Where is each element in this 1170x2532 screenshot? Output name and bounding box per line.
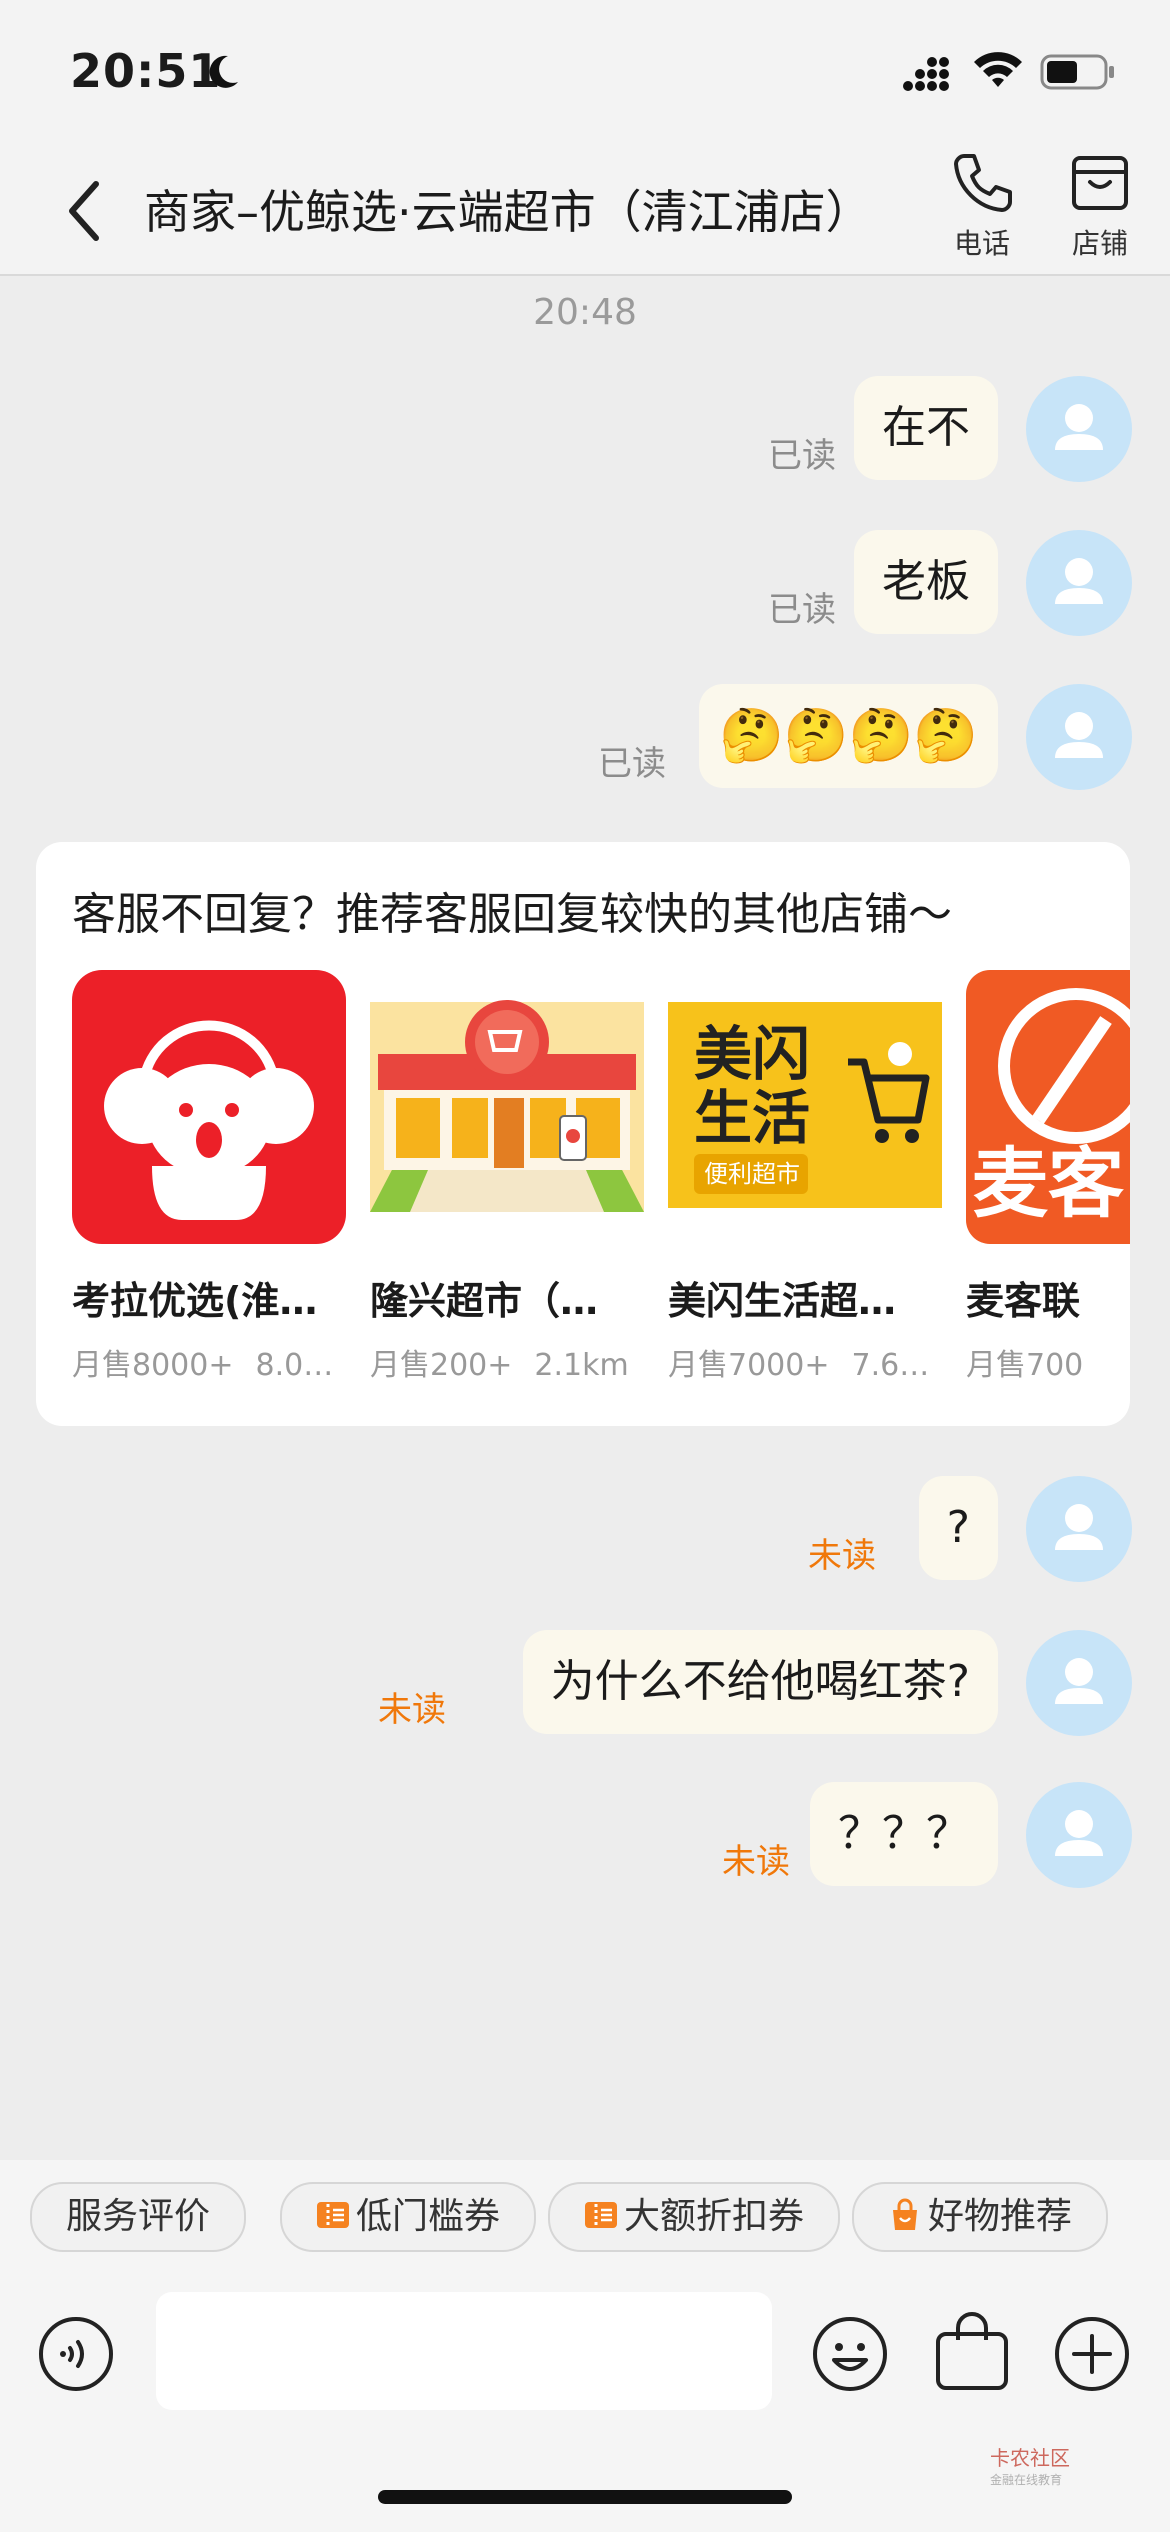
shop-name: 考拉优选(淮… xyxy=(72,1279,318,1323)
battery-icon xyxy=(1040,54,1114,90)
shop-sales: 月售8000+ xyxy=(72,1348,234,1383)
message-row: 未读 为什么不给他喝红茶? xyxy=(0,1630,1170,1740)
call-label: 电话 xyxy=(953,227,1010,260)
shop-meta: 月售200+ 2.1km xyxy=(370,1340,644,1384)
chip-label: 低门槛券 xyxy=(356,2196,501,2237)
unread-status: 未读 xyxy=(378,1690,446,1730)
coupon-icon xyxy=(317,2202,349,2228)
emoji-icon[interactable] xyxy=(812,2316,888,2392)
shop-meta: 月售7000+ 7.6… xyxy=(668,1340,942,1384)
avatar[interactable] xyxy=(1026,1782,1132,1888)
unread-status: 未读 xyxy=(722,1842,790,1882)
user-icon xyxy=(1055,712,1103,758)
voice-icon[interactable] xyxy=(38,2316,114,2392)
message-bubble[interactable]: 在不 xyxy=(854,376,998,480)
shopping-bag-icon xyxy=(893,2198,917,2230)
message-row: 未读 ？？？ xyxy=(0,1782,1170,1892)
message-bubble[interactable]: ？？？ xyxy=(810,1782,998,1886)
user-icon xyxy=(1055,404,1103,450)
message-row: 已读 🤔🤔🤔🤔 xyxy=(0,684,1170,794)
maike-logo: 麦客 xyxy=(966,970,1130,1244)
message-row: 已读 老板 xyxy=(0,530,1170,640)
shop-name: 麦客联 xyxy=(966,1279,1081,1323)
chip-label: 大额折扣券 xyxy=(624,2196,805,2237)
user-icon xyxy=(1055,558,1103,604)
recommended-goods-chip[interactable]: 好物推荐 xyxy=(852,2182,1109,2252)
chat-timestamp: 20:48 xyxy=(533,292,637,333)
wifi-icon xyxy=(974,52,1022,87)
message-bubble[interactable]: ? xyxy=(918,1476,998,1580)
recommendation-card: 客服不回复？推荐客服回复较快的其他店铺～ 考拉优选(淮… 月售8000+ 8.0… xyxy=(36,842,1130,1426)
shopping-bag-icon[interactable] xyxy=(934,2312,1010,2392)
shop-distance: 2.1km xyxy=(534,1348,629,1383)
low-threshold-coupon-chip[interactable]: 低门槛券 xyxy=(280,2182,537,2252)
read-status: 已读 xyxy=(768,590,836,630)
coupon-icon xyxy=(585,2202,617,2228)
avatar[interactable] xyxy=(1026,1476,1132,1582)
message-input[interactable] xyxy=(156,2292,772,2410)
avatar[interactable] xyxy=(1026,684,1132,790)
chip-label: 好物推荐 xyxy=(928,2196,1073,2237)
shop-sales: 月售200+ xyxy=(370,1348,513,1383)
logo-text-line1: 美闪 xyxy=(694,1020,810,1088)
meishan-logo: 美闪 生活 便利超市 xyxy=(668,1002,942,1208)
message-bubble[interactable]: 老板 xyxy=(854,530,998,634)
home-indicator xyxy=(378,2490,792,2504)
message-row: 已读 在不 xyxy=(0,376,1170,486)
shop-sales: 月售7000+ xyxy=(668,1348,830,1383)
unread-status: 未读 xyxy=(808,1536,876,1576)
message-row: 未读 ? xyxy=(0,1476,1170,1586)
store-icon xyxy=(1072,156,1128,210)
plus-icon[interactable] xyxy=(1054,2316,1130,2392)
shop-name: 隆兴超市（… xyxy=(370,1279,599,1323)
read-status: 已读 xyxy=(598,744,666,784)
phone-icon xyxy=(954,154,1012,212)
watermark: 卡农社区 金融在线教育 xyxy=(990,2442,1070,2488)
message-bubble[interactable]: 为什么不给他喝红茶? xyxy=(522,1630,998,1734)
user-icon xyxy=(1055,1810,1103,1856)
shop-name: 美闪生活超… xyxy=(668,1279,897,1323)
status-bar: 20:51 xyxy=(0,0,1170,140)
watermark-text: 卡农社区 xyxy=(990,2446,1070,2470)
shop-distance: 7.6… xyxy=(851,1348,930,1383)
shop-label: 店铺 xyxy=(1071,227,1128,260)
logo-text-line2: 生活 xyxy=(694,1084,810,1152)
avatar[interactable] xyxy=(1026,376,1132,482)
avatar[interactable] xyxy=(1026,530,1132,636)
watermark-subtext: 金融在线教育 xyxy=(990,2473,1063,2487)
avatar[interactable] xyxy=(1026,1630,1132,1736)
chat-title: 商家–优鲸选·云端超市（清江浦店） xyxy=(144,185,872,239)
shop-sales: 月售700 xyxy=(966,1348,1084,1383)
shop-distance: 8.0… xyxy=(255,1348,334,1383)
signal-icon xyxy=(903,57,949,91)
koala-logo xyxy=(72,970,346,1244)
chip-label: 服务评价 xyxy=(66,2196,211,2237)
user-icon xyxy=(1055,1504,1103,1550)
logo-text: 麦客 xyxy=(972,1139,1124,1228)
message-bubble[interactable]: 🤔🤔🤔🤔 xyxy=(699,684,998,788)
quick-actions-bar: 服务评价 低门槛券 大额折扣券 好物推荐 xyxy=(0,2160,1170,2270)
user-icon xyxy=(1055,1658,1103,1704)
shop-button[interactable]: 店铺 xyxy=(1050,150,1150,262)
moon-icon xyxy=(209,55,238,88)
read-status: 已读 xyxy=(768,436,836,476)
store-front-image xyxy=(370,1000,644,1212)
shop-meta: 月售700 xyxy=(966,1340,1130,1384)
discount-coupon-chip[interactable]: 大额折扣券 xyxy=(548,2182,841,2252)
shop-meta: 月售8000+ 8.0… xyxy=(72,1340,346,1384)
logo-tag: 便利超市 xyxy=(704,1160,800,1188)
chevron-left-icon[interactable] xyxy=(60,176,110,246)
call-button[interactable]: 电话 xyxy=(932,150,1032,262)
chat-header: 商家–优鲸选·云端超市（清江浦店） 电话 店铺 xyxy=(0,140,1170,276)
service-rating-chip[interactable]: 服务评价 xyxy=(30,2182,247,2252)
status-time: 20:51 xyxy=(70,44,222,98)
